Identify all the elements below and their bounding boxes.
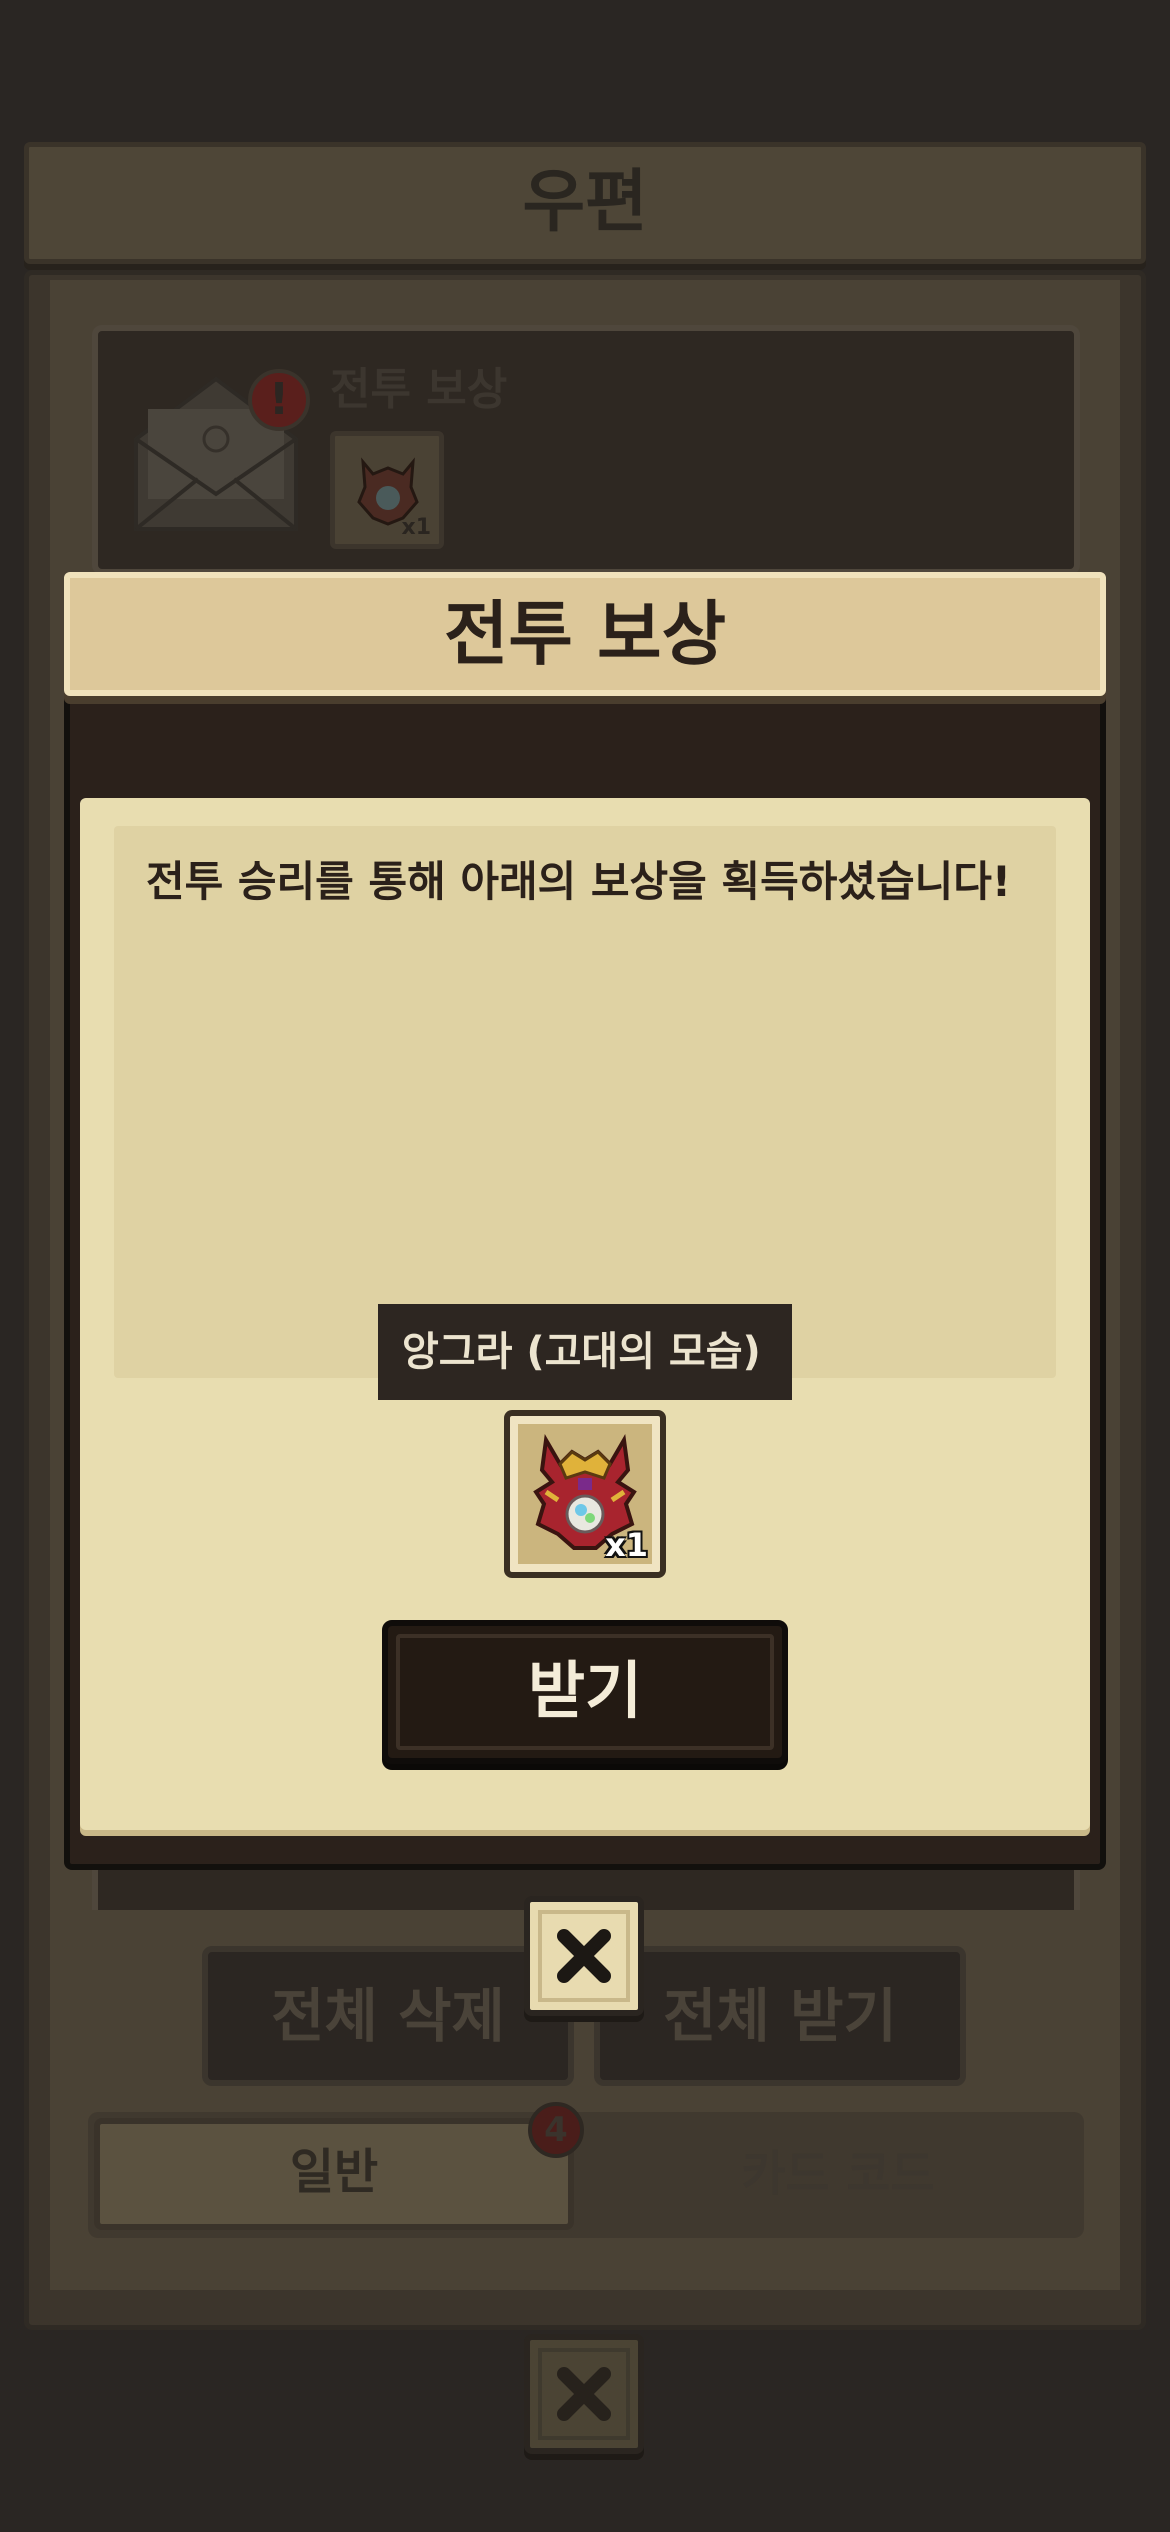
mailbox-close-button[interactable] (524, 2334, 644, 2454)
receive-button[interactable]: 받기 (382, 1620, 788, 1764)
mailbox-title-bar: 우편 (24, 142, 1146, 264)
mailbox-tabs: 일반 4 카드 코드 (88, 2102, 1084, 2238)
tab-general[interactable]: 일반 (94, 2118, 574, 2230)
reward-message: 전투 승리를 통해 아래의 보상을 획득하셨습니다! (146, 857, 1012, 906)
mailbox-title: 우편 (522, 163, 648, 242)
mail-attachment-quantity: x1 (401, 515, 432, 540)
close-icon (557, 2367, 611, 2421)
receive-all-button[interactable]: 전체 받기 (594, 1946, 966, 2086)
mail-item[interactable]: ! 전투 보상 x1 (92, 325, 1080, 575)
mail-attachment-item[interactable]: x1 (330, 431, 444, 549)
reward-popup-close-button[interactable] (524, 1896, 644, 2016)
tab-general-label: 일반 (289, 2144, 379, 2200)
reward-item-name: 앙그라 (고대의 모습) (402, 1329, 761, 1375)
reward-popup-title: 전투 보상 (444, 593, 726, 675)
close-icon (557, 1929, 611, 1983)
tab-general-count-badge: 4 (528, 2102, 584, 2158)
unread-alert-icon: ! (248, 369, 310, 431)
reward-item-quantity: x1 (605, 1526, 648, 1564)
reward-item-slot[interactable]: x1 (504, 1410, 666, 1578)
tab-card-code[interactable]: 카드 코드 (598, 2118, 1078, 2230)
reward-popup-title-bar: 전투 보상 (64, 572, 1106, 696)
reward-item-tooltip: 앙그라 (고대의 모습) (378, 1304, 792, 1400)
receive-button-label: 받기 (527, 1654, 643, 1727)
mail-title: 전투 보상 (330, 364, 508, 415)
delete-all-button[interactable]: 전체 삭제 (202, 1946, 574, 2086)
